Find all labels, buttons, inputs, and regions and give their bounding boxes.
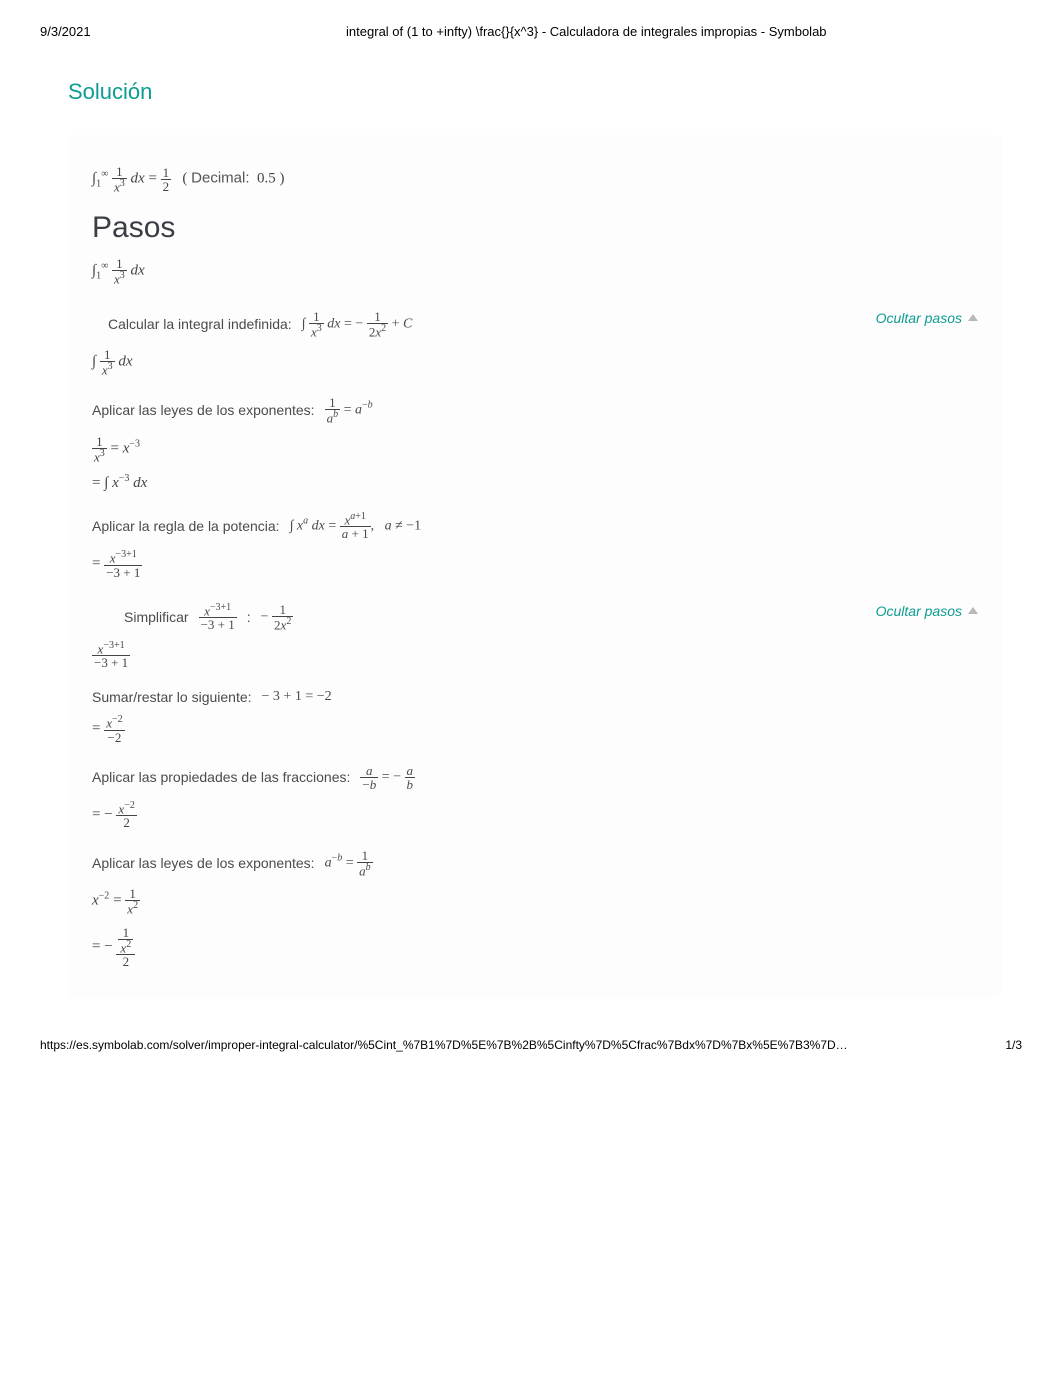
step1b-line1: 1x3 = x−3: [92, 435, 978, 463]
result-expression: ∫1∞ 1x3 dx = 12 ( Decimal: 0.5 ): [92, 165, 978, 193]
restated-integral: ∫1∞ 1x3 dx: [92, 257, 978, 285]
step1d-exp-rule: a−b = 1ab: [325, 849, 373, 877]
toggle-steps-1-label: Ocultar pasos: [876, 310, 962, 326]
step1c-label: Aplicar la regla de la potencia:: [92, 518, 280, 534]
step1d-frac-label: Aplicar las propiedades de las fraccione…: [92, 769, 350, 785]
step-exp-law-2: Aplicar las leyes de los exponentes: a−b…: [92, 849, 978, 877]
step1c-line1: = x−3+1−3 + 1: [92, 550, 978, 578]
step1b-rule: 1ab = a−b: [325, 396, 373, 424]
step-fraction-prop: Aplicar las propiedades de las fraccione…: [92, 764, 978, 791]
step1d-expr: x−3+1−3 + 1: [199, 603, 237, 631]
chevron-up-icon: [968, 607, 978, 614]
page-header: 9/3/2021 integral of (1 to +infty) \frac…: [0, 0, 1062, 49]
step1d-line4: = − 1x2 2: [92, 926, 978, 968]
step-power-rule: Aplicar la regla de la potencia: ∫ xa dx…: [92, 512, 978, 540]
step1d-sum-math: − 3 + 1 = −2: [262, 689, 332, 705]
chevron-up-icon: [968, 314, 978, 321]
step1d-sep: :: [247, 609, 251, 625]
step1a-math: ∫ 1x3 dx: [92, 348, 978, 376]
steps-heading: Pasos: [92, 211, 978, 245]
decimal-value: 0.5: [257, 171, 276, 187]
step1d-exp-label: Aplicar las leyes de los exponentes:: [92, 855, 315, 871]
toggle-steps-1[interactable]: Ocultar pasos: [876, 310, 978, 326]
solution-card: ∫1∞ 1x3 dx = 12 ( Decimal: 0.5 ) Pasos ∫…: [68, 135, 1002, 998]
header-date: 9/3/2021: [40, 24, 91, 39]
toggle-steps-2[interactable]: Ocultar pasos: [876, 603, 978, 619]
step1d-frac-rule: a−b = − ab: [360, 764, 415, 791]
step1c-rule: ∫ xa dx = xa+1a + 1, a ≠ −1: [290, 512, 422, 540]
step1d-line0: x−3+1−3 + 1: [92, 641, 978, 669]
header-title: integral of (1 to +infty) \frac{}{x^3} -…: [151, 24, 1022, 39]
step1-math: ∫ 1x3 dx = − 12x2 + C: [302, 310, 413, 338]
step1d-sum-label: Sumar/restar lo siguiente:: [92, 689, 252, 705]
step-sum: Sumar/restar lo siguiente: − 3 + 1 = −2: [92, 689, 978, 705]
page-footer: https://es.symbolab.com/solver/improper-…: [0, 1022, 1062, 1068]
step-indefinite-integral: Calcular la integral indefinida: ∫ 1x3 d…: [108, 310, 978, 338]
footer-page: 1/3: [1005, 1038, 1022, 1052]
step1d-result: − 12x2: [261, 603, 294, 631]
step-exponent-law: Aplicar las leyes de los exponentes: 1ab…: [92, 396, 978, 424]
step1d-label: Simplificar: [124, 609, 189, 625]
step1-label: Calcular la integral indefinida:: [108, 316, 292, 332]
step1d-line3: x−2 = 1x2: [92, 887, 978, 915]
footer-url: https://es.symbolab.com/solver/improper-…: [40, 1038, 848, 1052]
toggle-steps-2-label: Ocultar pasos: [876, 603, 962, 619]
step1b-label: Aplicar las leyes de los exponentes:: [92, 402, 315, 418]
decimal-label: Decimal:: [191, 170, 249, 187]
step-simplify: Simplificar x−3+1−3 + 1 : − 12x2 Ocultar…: [124, 603, 978, 631]
step1b-line2: = ∫ x−3 dx: [92, 473, 978, 492]
step1d-line2: = − x−22: [92, 801, 978, 829]
solution-heading: Solución: [68, 79, 1002, 105]
step1d-line1: = x−2−2: [92, 715, 978, 743]
